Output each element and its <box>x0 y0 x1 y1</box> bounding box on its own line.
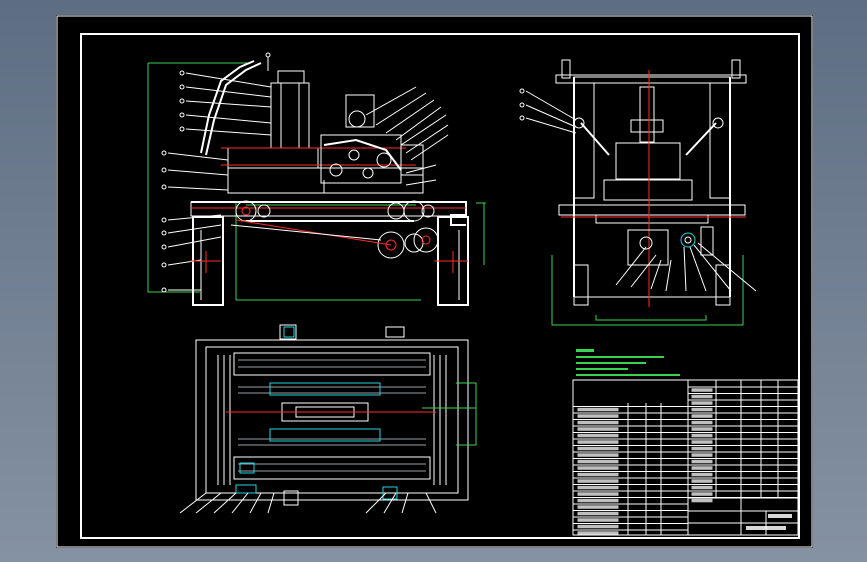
parts-list-entry <box>691 498 713 503</box>
side-view <box>519 59 757 326</box>
parts-list-entry <box>691 433 713 438</box>
title-block <box>687 497 799 536</box>
technical-notes <box>576 349 680 376</box>
parts-list-entry <box>691 407 713 412</box>
parts-list-entry <box>691 427 713 431</box>
parts-list-entry <box>577 485 619 490</box>
parts-list-entry <box>691 414 713 418</box>
parts-list <box>572 379 799 536</box>
parts-list-entry <box>577 427 619 431</box>
parts-list-entry <box>691 401 713 405</box>
parts-list-entry <box>691 388 713 392</box>
parts-list-entry <box>577 459 619 464</box>
parts-list-entry <box>691 446 713 451</box>
parts-list-entry <box>691 420 713 425</box>
parts-list-entry <box>577 453 619 457</box>
parts-list-entry <box>577 531 619 535</box>
parts-list-entry <box>691 479 713 483</box>
parts-list-entry <box>577 524 619 529</box>
parts-list-entry <box>577 440 619 444</box>
parts-list-entry <box>577 479 619 483</box>
parts-list-entry <box>691 453 713 457</box>
parts-list-entry <box>577 433 619 438</box>
parts-list-entry <box>691 485 713 490</box>
parts-list-entry <box>691 492 713 496</box>
parts-list-entry <box>577 414 619 418</box>
parts-list-entry <box>577 505 619 509</box>
parts-list-entry <box>577 472 619 477</box>
parts-list-entry <box>577 407 619 412</box>
engineering-drawing <box>56 15 813 548</box>
parts-list-entry <box>577 446 619 451</box>
top-view <box>179 324 477 514</box>
parts-list-entry <box>691 440 713 444</box>
parts-list-entry <box>577 492 619 496</box>
parts-list-entry <box>577 511 619 516</box>
parts-list-entry <box>691 459 713 464</box>
parts-list-entry <box>691 394 713 399</box>
front-view <box>147 52 486 306</box>
parts-list-entry <box>577 498 619 503</box>
parts-list-entry <box>577 466 619 470</box>
parts-list-entry <box>577 420 619 425</box>
cad-viewport[interactable] <box>56 15 813 548</box>
parts-list-entry <box>577 518 619 522</box>
parts-list-entry <box>691 466 713 470</box>
parts-list-entry <box>691 472 713 477</box>
